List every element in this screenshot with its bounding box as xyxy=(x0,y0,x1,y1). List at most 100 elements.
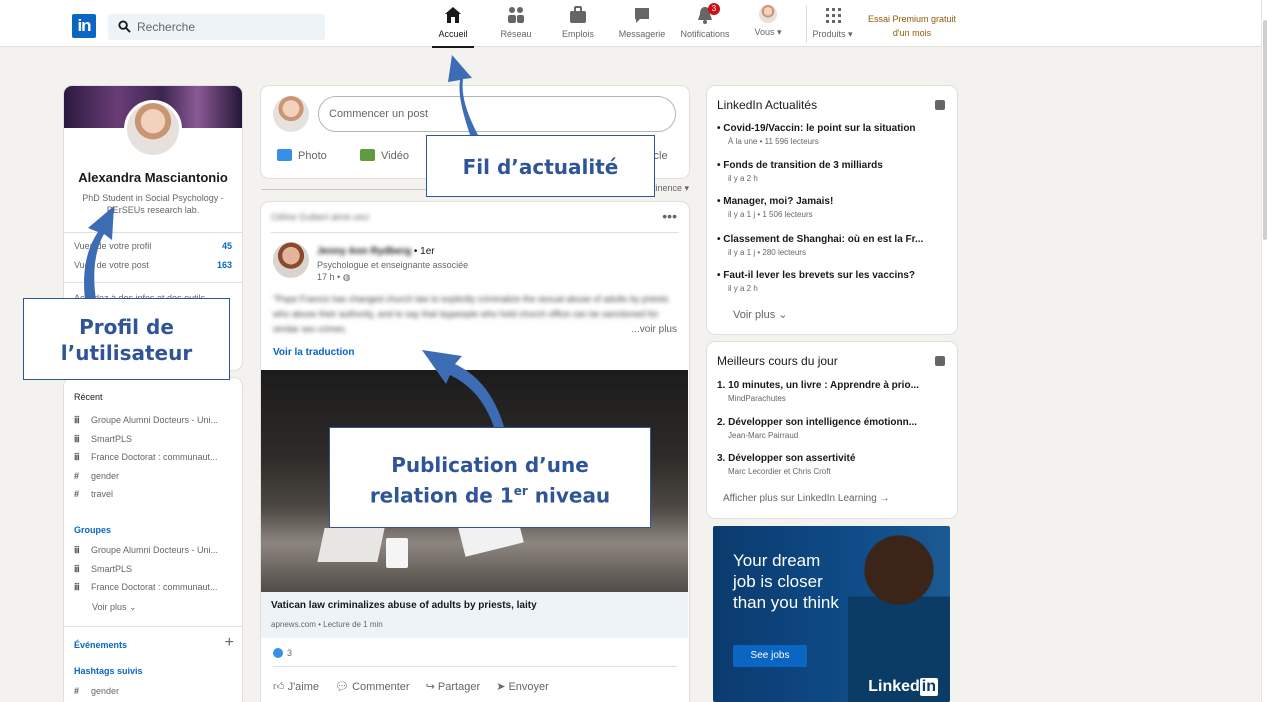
recent-item-label: SmartPLS xyxy=(91,434,133,444)
learning-link[interactable]: Afficher plus sur LinkedIn Learning → xyxy=(723,493,890,504)
nav-jobs[interactable]: Emplois xyxy=(562,5,594,43)
post-liker-line: Céline Guibert aime ceci xyxy=(271,212,370,222)
post-author-line[interactable]: Jenny Ann Rydberg • 1er xyxy=(317,246,435,257)
recent-title: Récent xyxy=(74,392,103,402)
translate-link[interactable]: Voir la traduction xyxy=(273,347,355,358)
info-icon[interactable] xyxy=(935,100,945,110)
divider xyxy=(64,232,242,233)
scrollbar-thumb[interactable] xyxy=(1263,20,1267,240)
group-item[interactable]: ⅲ Groupe Alumni Docteurs - Uni... xyxy=(74,545,218,556)
see-jobs-button[interactable]: See jobs xyxy=(733,645,807,667)
news-item-sub: il y a 2 h xyxy=(728,284,758,293)
start-post-input[interactable]: Commencer un post xyxy=(318,96,676,132)
group-item[interactable]: ⅲ France Doctorat : communaut... xyxy=(74,582,218,593)
top-nav-bar: in Recherche Accueil Réseau Emplois Mess… xyxy=(0,0,1261,48)
group-icon: ⅲ xyxy=(74,452,80,462)
post-body: "Pope Francis has changed church law to … xyxy=(273,294,669,334)
hashtags-title[interactable]: Hashtags suivis xyxy=(74,666,143,676)
stat-profile-views[interactable]: Vues de votre profil 45 xyxy=(74,241,232,251)
ad-text: Your dream job is closer than you think xyxy=(733,551,839,612)
profile-name[interactable]: Alexandra Masciantonio xyxy=(64,170,242,185)
author-name: Jenny Ann Rydberg xyxy=(317,246,412,257)
group-item-label: SmartPLS xyxy=(91,564,133,574)
author-degree: • 1er xyxy=(413,246,435,257)
profile-callout-line1: Profil de xyxy=(79,315,174,339)
hashtag-icon: # xyxy=(74,686,80,696)
comment-icon: 💬︎ xyxy=(335,681,350,693)
more-options-icon[interactable]: ••• xyxy=(662,208,677,224)
author-avatar[interactable] xyxy=(273,242,309,278)
reaction-count[interactable]: 3 xyxy=(273,648,292,658)
course-author: Jean-Marc Pairraud xyxy=(728,431,799,440)
news-item[interactable]: • Faut-il lever les brevets sur les vacc… xyxy=(717,270,947,293)
nav-me[interactable]: Vous ▾ xyxy=(750,5,786,43)
course-item[interactable]: 1. 10 minutes, un livre : Apprendre à pr… xyxy=(717,380,947,403)
recent-item[interactable]: ⅲ Groupe Alumni Docteurs - Uni... xyxy=(74,415,218,426)
chevron-down-icon: ⌄ xyxy=(129,602,137,612)
ad-brand-in: in xyxy=(919,678,938,696)
groups-title[interactable]: Groupes xyxy=(74,525,111,535)
info-icon[interactable] xyxy=(935,356,945,366)
search-input[interactable]: Recherche xyxy=(108,14,325,40)
group-item-label: Groupe Alumni Docteurs - Uni... xyxy=(91,545,219,555)
hashtag-icon: # xyxy=(74,471,80,481)
see-more-label: Voir plus xyxy=(92,602,127,612)
globe-icon: ◍ xyxy=(342,272,351,282)
nav-messaging[interactable]: Messagerie xyxy=(618,5,666,43)
send-button[interactable]: ➤ Envoyer xyxy=(496,681,549,693)
cup xyxy=(386,538,408,568)
comment-label: Commenter xyxy=(352,681,410,693)
community-card: Récent ⅲ Groupe Alumni Docteurs - Uni... … xyxy=(64,378,242,702)
profile-callout-line2: l’utilisateur xyxy=(60,341,193,365)
premium-link[interactable]: Essai Premium gratuit d'un mois xyxy=(862,12,962,40)
news-item-title: Covid-19/Vaccin: le point sur la situati… xyxy=(723,123,916,134)
home-icon xyxy=(445,7,461,23)
name-card xyxy=(317,528,385,562)
group-icon: ⅲ xyxy=(74,545,80,555)
course-item[interactable]: 3. Développer son assertivité Marc Lecord… xyxy=(717,453,947,476)
news-see-more[interactable]: Voir plus ⌄ xyxy=(733,308,787,321)
stat-post-views[interactable]: Vues de votre post 163 xyxy=(74,260,232,270)
like-button[interactable]: 👍︎ J'aime xyxy=(273,681,319,693)
hashtag-icon: # xyxy=(74,489,80,499)
share-button[interactable]: ↪ Partager xyxy=(426,681,480,693)
recent-item[interactable]: ⅲ France Doctorat : communaut... xyxy=(74,452,218,463)
premium-line2: d'un mois xyxy=(892,28,932,38)
hashtag-item-label: gender xyxy=(91,686,120,696)
like-label: J'aime xyxy=(287,681,320,693)
news-item[interactable]: • Fonds de transition de 3 milliards il y… xyxy=(717,160,947,183)
hashtag-item[interactable]: # gender xyxy=(74,686,119,696)
add-event-icon[interactable]: + xyxy=(225,634,234,652)
news-item[interactable]: • Covid-19/Vaccin: le point sur la situa… xyxy=(717,123,947,146)
course-title: 2. Développer son intelligence émotionn.… xyxy=(717,417,918,428)
nav-home-label: Accueil xyxy=(438,29,468,39)
nav-products[interactable]: Produits ▾ xyxy=(806,5,854,43)
nav-home[interactable]: Accueil xyxy=(432,5,474,48)
recent-item[interactable]: ⅲ SmartPLS xyxy=(74,434,132,445)
courses-title: Meilleurs cours du jour xyxy=(717,354,838,368)
events-title[interactable]: Événements xyxy=(74,640,127,650)
course-item[interactable]: 2. Développer son intelligence émotionn.… xyxy=(717,417,947,440)
video-button[interactable]: Vidéo xyxy=(360,149,409,162)
recent-item[interactable]: # gender xyxy=(74,471,119,481)
ad-brand: Linked xyxy=(868,678,920,695)
photo-button[interactable]: Photo xyxy=(277,149,327,162)
see-more-link[interactable]: ...voir plus xyxy=(631,324,677,335)
ad-person-image xyxy=(848,526,950,702)
news-item[interactable]: • Classement de Shanghai: où en est la F… xyxy=(717,234,947,257)
nav-notifications[interactable]: 3 Notifications xyxy=(678,3,732,43)
post-actions: 👍︎ J'aime 💬︎ Commenter ↪ Partager ➤ Envo… xyxy=(273,680,562,693)
linkedin-logo[interactable]: in xyxy=(72,14,96,38)
job-ad[interactable]: Your dream job is closer than you think … xyxy=(713,526,950,702)
article-preview[interactable]: Vatican law criminalizes abuse of adults… xyxy=(261,592,688,638)
recent-item[interactable]: # travel xyxy=(74,489,113,499)
group-item[interactable]: ⅲ SmartPLS xyxy=(74,564,132,575)
page-scrollbar[interactable] xyxy=(1261,0,1267,702)
comment-button[interactable]: 💬︎ Commenter xyxy=(335,681,410,693)
news-item[interactable]: • Manager, moi? Jamais! il y a 1 j • 1 50… xyxy=(717,196,947,219)
recent-item-label: gender xyxy=(91,471,120,481)
groups-see-more[interactable]: Voir plus ⌄ xyxy=(92,602,137,613)
nav-network[interactable]: Réseau xyxy=(500,5,532,43)
news-item-sub: il y a 1 j • 1 506 lecteurs xyxy=(728,210,813,219)
profile-avatar[interactable] xyxy=(124,100,182,158)
